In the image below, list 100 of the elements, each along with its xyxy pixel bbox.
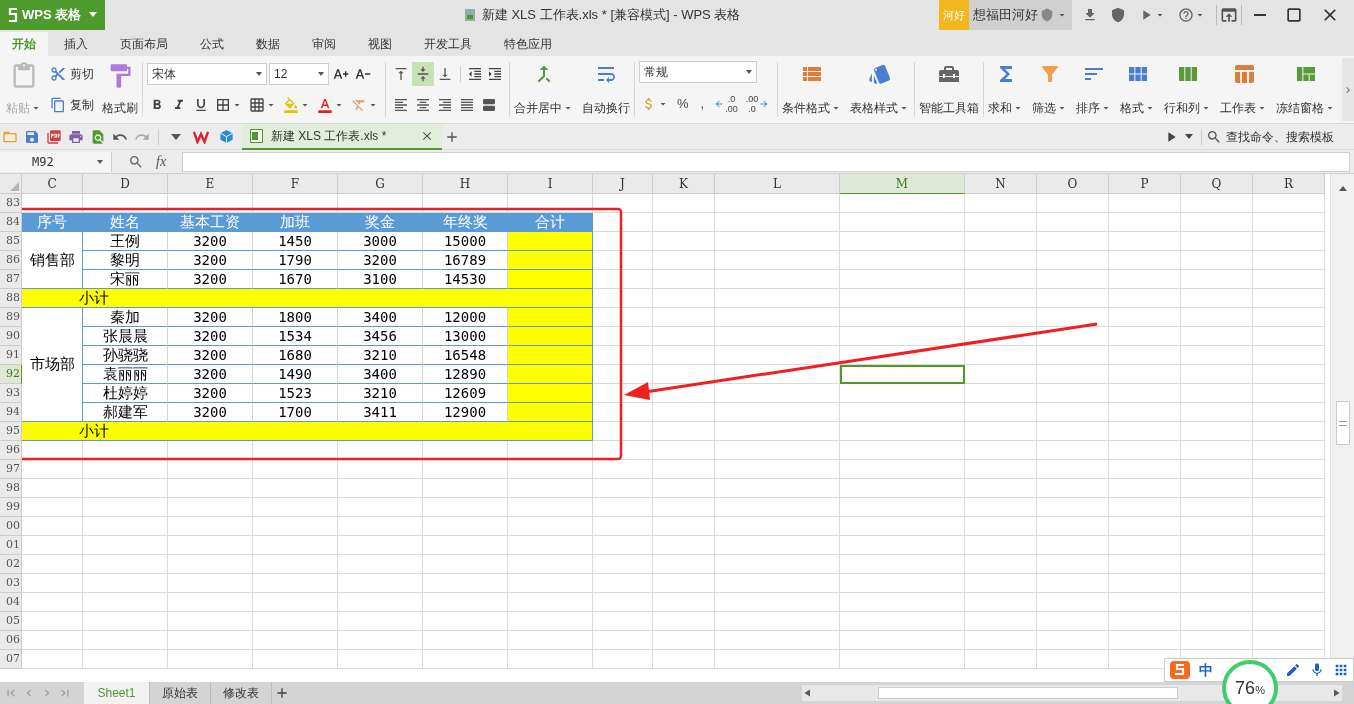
search-icon[interactable] — [128, 153, 144, 170]
ribbon-button[interactable]: 自动换行 — [578, 58, 634, 121]
clipboard-button[interactable]: 复制 — [46, 93, 98, 118]
decrease-decimal-button[interactable]: .00 .0 — [741, 89, 774, 118]
ribbon-button[interactable]: 排序 — [1072, 58, 1117, 121]
row-header[interactable]: 86 — [0, 251, 22, 270]
percent-button[interactable]: % — [671, 91, 695, 116]
row-header[interactable]: 98 — [0, 479, 22, 498]
column-header[interactable]: R — [1253, 174, 1325, 194]
column-header[interactable]: K — [653, 174, 715, 194]
table-cell: 1523 — [253, 384, 338, 403]
ribbon-button[interactable]: 表格样式 — [846, 58, 915, 121]
font-name-select[interactable]: 宋体 — [147, 62, 267, 85]
sheet-tab[interactable]: 修改表 — [211, 682, 272, 704]
sheet-tab[interactable]: 原始表 — [150, 682, 211, 704]
table-cell: 王例 — [83, 232, 168, 251]
microphone-icon[interactable] — [1309, 662, 1325, 678]
column-header[interactable]: N — [965, 174, 1037, 194]
row-header[interactable]: 94 — [0, 403, 22, 422]
increase-decimal-button[interactable]: .0 .00 — [710, 89, 742, 118]
row-header[interactable]: 93 — [0, 384, 22, 403]
row-header[interactable]: 99 — [0, 498, 22, 517]
pen-icon[interactable] — [1285, 662, 1301, 678]
align-button[interactable] — [412, 61, 434, 86]
column-header[interactable]: J — [593, 174, 653, 194]
ribbon-button[interactable]: 工作表 — [1216, 58, 1273, 121]
ribbon-button[interactable]: 合并居中 — [510, 58, 578, 121]
table-cell: 3100 — [338, 270, 423, 289]
menu-tab[interactable]: 公式 — [184, 32, 240, 56]
column-header[interactable]: G — [338, 174, 423, 194]
name-box[interactable]: M92 — [0, 151, 112, 172]
row-header[interactable]: 91 — [0, 346, 22, 365]
document-tab[interactable]: 新建 XLS 工作表.xls * — [242, 123, 442, 150]
clipboard-button[interactable]: 格式刷 — [98, 58, 142, 121]
menu-tab[interactable]: 页面布局 — [104, 32, 184, 56]
table-cell: 袁丽丽 — [83, 365, 168, 384]
command-search-field[interactable]: 查找命令、搜索模板 — [1206, 127, 1354, 146]
function-button[interactable]: fx — [156, 151, 167, 172]
ribbon-button[interactable]: 条件格式 — [778, 58, 847, 121]
row-header[interactable]: 96 — [0, 441, 22, 460]
row-header[interactable]: 03 — [0, 574, 22, 593]
row-header[interactable]: 85 — [0, 232, 22, 251]
table-cell: 12890 — [423, 365, 508, 384]
row-header[interactable]: 02 — [0, 555, 22, 574]
column-header[interactable]: D — [83, 174, 168, 194]
column-header[interactable]: F — [253, 174, 338, 194]
row-header[interactable]: 97 — [0, 460, 22, 479]
row-header[interactable]: 00 — [0, 517, 22, 536]
row-header[interactable]: 05 — [0, 612, 22, 631]
row-header[interactable]: 06 — [0, 631, 22, 650]
row-header[interactable]: 89 — [0, 308, 22, 327]
formula-input[interactable] — [182, 151, 1350, 172]
column-header[interactable]: I — [508, 174, 593, 194]
ribbon-button[interactable]: 冻结窗格 — [1272, 58, 1341, 121]
column-header[interactable]: Q — [1181, 174, 1253, 194]
row-header[interactable]: 88 — [0, 289, 22, 308]
selected-cell[interactable] — [840, 365, 965, 384]
column-header[interactable]: L — [715, 174, 840, 194]
search-icon — [1206, 128, 1222, 145]
user-menu[interactable]: 想福田河好 — [969, 0, 1072, 30]
scroll-thumb[interactable] — [1335, 401, 1350, 445]
table-header-cell: 序号 — [22, 213, 83, 232]
number-format-select[interactable]: 常规 — [639, 61, 757, 84]
row-header[interactable]: 87 — [0, 270, 22, 289]
column-header[interactable]: C — [22, 174, 83, 194]
ribbon-button[interactable]: 格式 — [1116, 58, 1161, 121]
align-icon — [393, 97, 409, 114]
ime-mode[interactable]: 中 — [1199, 659, 1213, 681]
row-header[interactable]: 90 — [0, 327, 22, 346]
column-header[interactable]: M — [840, 174, 965, 194]
menu-tab[interactable]: 视图 — [352, 32, 408, 56]
menu-tab[interactable]: 特色应用 — [488, 32, 568, 56]
ribbon-button[interactable]: 智能工具箱 — [915, 58, 984, 121]
row-header[interactable]: 92 — [0, 365, 22, 384]
ribbon-button[interactable]: 求和 — [984, 58, 1029, 121]
ribbon-button[interactable]: 筛选 — [1028, 58, 1073, 121]
ribbon-button[interactable]: 行和列 — [1160, 58, 1217, 121]
menu-tab[interactable]: 数据 — [240, 32, 296, 56]
row-header[interactable]: 95 — [0, 422, 22, 441]
table-cell: 1450 — [253, 232, 338, 251]
row-header[interactable]: 01 — [0, 536, 22, 555]
column-header[interactable]: P — [1109, 174, 1181, 194]
grid-icon[interactable] — [1333, 662, 1349, 678]
column-header[interactable]: O — [1037, 174, 1109, 194]
row-header[interactable]: 07 — [0, 650, 22, 669]
app-menu-button[interactable]: WPS 表格 — [0, 0, 106, 30]
row-header[interactable]: 83 — [0, 194, 22, 213]
column-header[interactable]: E — [168, 174, 253, 194]
row-header[interactable]: 04 — [0, 593, 22, 612]
menu-tab[interactable]: 开发工具 — [408, 32, 488, 56]
table-cell: 3200 — [168, 403, 253, 422]
table-cell: 1490 — [253, 365, 338, 384]
table-cell: 黎明 — [83, 251, 168, 270]
column-header[interactable]: H — [423, 174, 508, 194]
clipboard-button[interactable]: 剪切 — [46, 61, 98, 86]
menu-tab[interactable]: 插入 — [48, 32, 104, 56]
font-size-select[interactable]: 12 — [269, 62, 329, 85]
menu-tab[interactable]: 审阅 — [296, 32, 352, 56]
comma-button[interactable]: , — [694, 91, 711, 116]
row-header[interactable]: 84 — [0, 213, 22, 232]
